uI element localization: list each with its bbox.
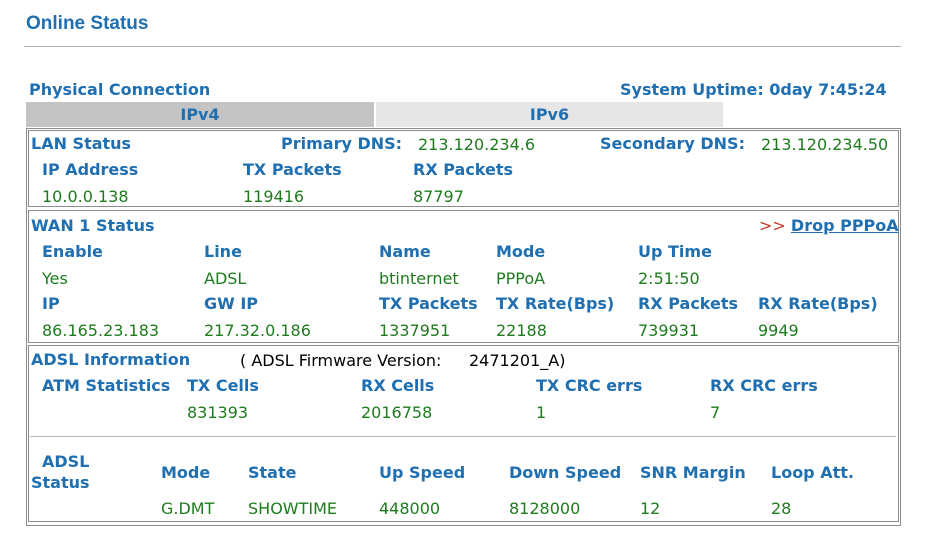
adsl-down-speed-header: Down Speed	[509, 463, 622, 482]
adsl-section	[28, 345, 899, 522]
adsl-firmware-value: 2471201_A)	[469, 351, 566, 370]
adsl-snr-margin-header: SNR Margin	[640, 463, 746, 482]
wan-enable-value: Yes	[42, 269, 68, 288]
adsl-snr-margin-value: 12	[640, 499, 661, 518]
atm-tx-crc-value: 1	[536, 403, 547, 422]
wan-tx-rate-header: TX Rate(Bps)	[496, 294, 615, 313]
tab-ipv6[interactable]: IPv6	[376, 102, 723, 127]
adsl-status-label-line1: ADSL	[42, 452, 90, 471]
adsl-down-speed-value: 8128000	[509, 499, 581, 518]
wan-rx-rate-value: 9949	[758, 321, 799, 340]
primary-dns-label: Primary DNS:	[281, 134, 403, 153]
adsl-status-label-line2: Status	[31, 473, 90, 492]
adsl-divider	[30, 436, 896, 437]
atm-statistics-label: ATM Statistics	[42, 376, 171, 395]
physical-connection-heading: Physical Connection	[29, 80, 211, 99]
adsl-up-speed-header: Up Speed	[379, 463, 466, 482]
adsl-mode-header: Mode	[161, 463, 211, 482]
wan-rx-rate-header: RX Rate(Bps)	[758, 294, 878, 313]
wan-mode-header: Mode	[496, 242, 546, 261]
secondary-dns-label: Secondary DNS:	[600, 134, 745, 153]
tab-ipv4[interactable]: IPv4	[26, 102, 374, 127]
wan-tx-rate-value: 22188	[496, 321, 547, 340]
drop-pppoa-button[interactable]: Drop PPPoA	[791, 216, 899, 235]
wan-name-header: Name	[379, 242, 431, 261]
wan-rx-packets-value: 739931	[638, 321, 700, 340]
adsl-loop-att-value: 28	[771, 499, 792, 518]
wan-ip-header: IP	[42, 294, 60, 313]
adsl-state-value: SHOWTIME	[248, 499, 338, 518]
atm-tx-cells-value: 831393	[187, 403, 249, 422]
lan-status-heading: LAN Status	[31, 134, 132, 153]
drop-prefix: >>	[759, 216, 786, 235]
wan-line-header: Line	[204, 242, 242, 261]
wan-uptime-value: 2:51:50	[638, 269, 700, 288]
atm-rx-crc-header: RX CRC errs	[710, 376, 818, 395]
wan-enable-header: Enable	[42, 242, 103, 261]
wan-line-value: ADSL	[204, 269, 247, 288]
adsl-mode-value: G.DMT	[161, 499, 215, 518]
title-divider	[24, 46, 901, 47]
wan-ip-value: 86.165.23.183	[42, 321, 160, 340]
secondary-dns-value: 213.120.234.50	[761, 135, 889, 154]
primary-dns-value: 213.120.234.6	[418, 135, 536, 154]
atm-rx-cells-header: RX Cells	[361, 376, 435, 395]
system-uptime: System Uptime: 0day 7:45:24	[620, 80, 887, 99]
lan-rx-packets-value: 87797	[413, 187, 464, 206]
atm-rx-crc-value: 7	[710, 403, 721, 422]
atm-rx-cells-value: 2016758	[361, 403, 433, 422]
adsl-loop-att-header: Loop Att.	[771, 463, 854, 482]
adsl-information-heading: ADSL Information	[31, 350, 191, 369]
wan-gw-ip-value: 217.32.0.186	[204, 321, 311, 340]
adsl-up-speed-value: 448000	[379, 499, 441, 518]
atm-tx-crc-header: TX CRC errs	[536, 376, 643, 395]
page-title: Online Status	[26, 13, 149, 34]
adsl-firmware-label: ( ADSL Firmware Version:	[240, 351, 442, 370]
wan-mode-value: PPPoA	[496, 269, 546, 288]
wan-tx-packets-value: 1337951	[379, 321, 451, 340]
lan-ip-address-header: IP Address	[42, 160, 139, 179]
wan-rx-packets-header: RX Packets	[638, 294, 739, 313]
lan-tx-packets-header: TX Packets	[243, 160, 342, 179]
adsl-state-header: State	[248, 463, 297, 482]
wan-uptime-header: Up Time	[638, 242, 712, 261]
wan-status-heading: WAN 1 Status	[31, 216, 155, 235]
wan-name-value: btinternet	[379, 269, 459, 288]
drop-pppoa-link[interactable]: >> Drop PPPoA	[759, 216, 899, 235]
lan-tx-packets-value: 119416	[243, 187, 305, 206]
lan-ip-address-value: 10.0.0.138	[42, 187, 129, 206]
wan-gw-ip-header: GW IP	[204, 294, 259, 313]
atm-tx-cells-header: TX Cells	[187, 376, 259, 395]
lan-rx-packets-header: RX Packets	[413, 160, 514, 179]
wan-tx-packets-header: TX Packets	[379, 294, 478, 313]
